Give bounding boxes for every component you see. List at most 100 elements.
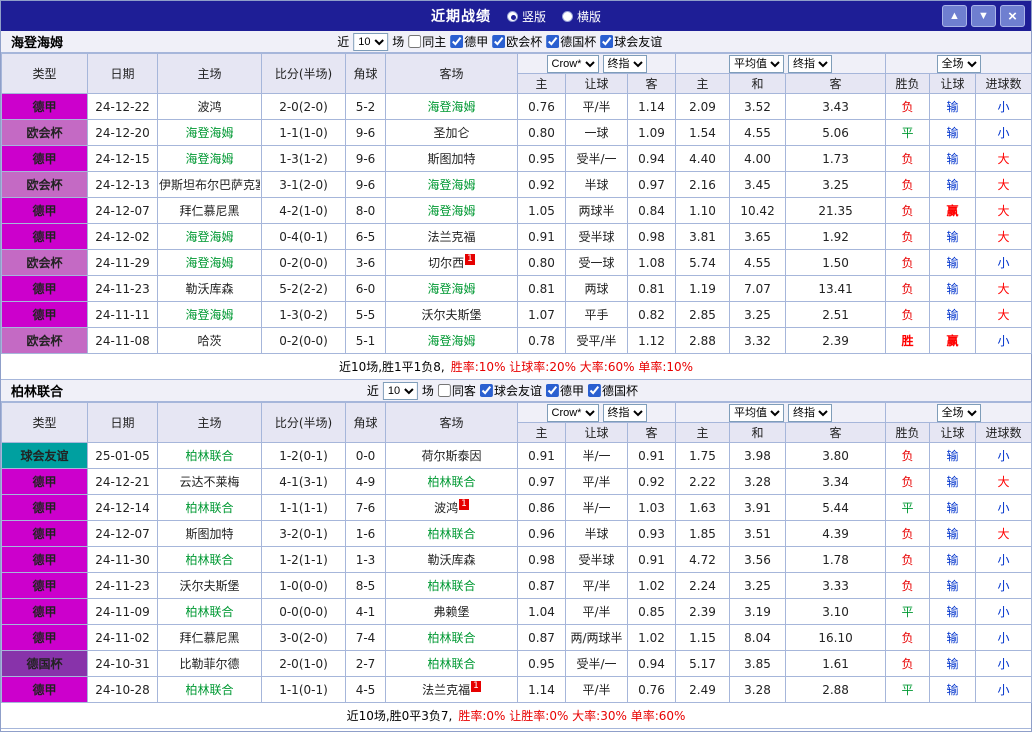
team-name[interactable]: 圣加仑	[433, 124, 469, 141]
team-name[interactable]: 法兰克福	[427, 228, 475, 245]
league-filter-checkbox[interactable]: 欧会杯	[492, 33, 542, 50]
team-name[interactable]: 荷尔斯泰因	[421, 447, 481, 464]
league-filter-checkbox-input[interactable]	[545, 384, 559, 397]
games-count-select[interactable]: 10	[382, 381, 418, 400]
score-cell[interactable]: 3-2(0-1)	[261, 520, 346, 547]
score-cell[interactable]: 1-2(0-1)	[261, 442, 346, 469]
team-name[interactable]: 柏林联合	[427, 629, 475, 646]
home-team-cell[interactable]: 比勒菲尔德	[157, 650, 262, 677]
league-filter-checkbox-input[interactable]	[600, 35, 614, 48]
odds-view-select[interactable]: 终指	[788, 403, 833, 422]
score-cell[interactable]: 1-1(0-1)	[261, 676, 346, 703]
home-team-cell[interactable]: 柏林联合	[157, 442, 262, 469]
home-team-cell[interactable]: 海登海姆	[157, 301, 262, 328]
team-name[interactable]: 海登海姆	[185, 150, 233, 167]
away-team-cell[interactable]: 柏林联合	[385, 572, 518, 599]
away-team-cell[interactable]: 斯图加特	[385, 145, 518, 172]
team-name[interactable]: 伊斯坦布尔巴萨克塞尔	[159, 176, 260, 193]
layout-horizontal-radio[interactable]: 横版	[562, 8, 601, 25]
team-name[interactable]: 柏林联合	[185, 681, 233, 698]
team-name[interactable]: 海登海姆	[185, 124, 233, 141]
team-name[interactable]: 斯图加特	[427, 150, 475, 167]
home-team-cell[interactable]: 柏林联合	[157, 494, 262, 521]
away-team-cell[interactable]: 柏林联合	[385, 520, 518, 547]
team-name[interactable]: 斯图加特	[185, 525, 233, 542]
away-team-cell[interactable]: 柏林联合	[385, 468, 518, 495]
score-cell[interactable]: 3-0(2-0)	[261, 624, 346, 651]
home-team-cell[interactable]: 波鸿	[157, 93, 262, 120]
away-team-cell[interactable]: 法兰克福 1	[385, 676, 518, 703]
home-team-cell[interactable]: 柏林联合	[157, 598, 262, 625]
away-team-cell[interactable]: 海登海姆	[385, 93, 518, 120]
close-button[interactable]: ×	[1000, 5, 1025, 27]
league-filter-checkbox-input[interactable]	[546, 35, 560, 48]
score-cell[interactable]: 5-2(2-2)	[261, 275, 346, 302]
league-filter-checkbox[interactable]: 德甲	[545, 382, 584, 399]
score-cell[interactable]: 0-4(0-1)	[261, 223, 346, 250]
team-name[interactable]: 柏林联合	[427, 473, 475, 490]
same-venue-checkbox-input[interactable]	[408, 35, 422, 48]
away-team-cell[interactable]: 法兰克福	[385, 223, 518, 250]
team-name[interactable]: 拜仁慕尼黑	[179, 629, 239, 646]
team-name[interactable]: 柏林联合	[427, 577, 475, 594]
team-name[interactable]: 波鸿	[197, 98, 221, 115]
team-name[interactable]: 沃尔夫斯堡	[179, 577, 239, 594]
away-team-cell[interactable]: 柏林联合	[385, 624, 518, 651]
score-cell[interactable]: 3-1(2-0)	[261, 171, 346, 198]
home-team-cell[interactable]: 云达不莱梅	[157, 468, 262, 495]
odds-view-select[interactable]: 终指	[602, 403, 647, 422]
team-name[interactable]: 海登海姆	[427, 280, 475, 297]
home-team-cell[interactable]: 伊斯坦布尔巴萨克塞尔	[157, 171, 262, 198]
home-team-cell[interactable]: 沃尔夫斯堡	[157, 572, 262, 599]
away-team-cell[interactable]: 海登海姆	[385, 197, 518, 224]
odds-view-select[interactable]: 终指	[602, 54, 647, 73]
league-filter-checkbox[interactable]: 球会友谊	[600, 33, 662, 50]
home-team-cell[interactable]: 海登海姆	[157, 223, 262, 250]
league-filter-checkbox-input[interactable]	[587, 384, 601, 397]
layout-vertical-radio[interactable]: 竖版	[506, 8, 546, 25]
games-count-select[interactable]: 10	[353, 32, 389, 51]
team-name[interactable]: 波鸿	[434, 499, 458, 516]
same-venue-checkbox[interactable]: 同客	[437, 382, 476, 399]
away-team-cell[interactable]: 荷尔斯泰因	[385, 442, 518, 469]
odds-view-select[interactable]: 平均值	[729, 403, 785, 422]
score-cell[interactable]: 1-3(1-2)	[261, 145, 346, 172]
team-name[interactable]: 海登海姆	[185, 254, 233, 271]
away-team-cell[interactable]: 波鸿 1	[385, 494, 518, 521]
team-name[interactable]: 切尔西	[428, 254, 464, 271]
score-cell[interactable]: 1-3(0-2)	[261, 301, 346, 328]
team-name[interactable]: 弗赖堡	[433, 603, 469, 620]
team-name[interactable]: 柏林联合	[185, 603, 233, 620]
score-cell[interactable]: 4-1(3-1)	[261, 468, 346, 495]
odds-view-select[interactable]: Crow*	[546, 403, 599, 422]
league-filter-checkbox-input[interactable]	[450, 35, 464, 48]
team-name[interactable]: 海登海姆	[427, 176, 475, 193]
score-cell[interactable]: 0-2(0-0)	[261, 249, 346, 276]
team-name[interactable]: 云达不莱梅	[179, 473, 239, 490]
odds-view-select[interactable]: 全场	[936, 403, 981, 422]
team-name[interactable]: 柏林联合	[427, 655, 475, 672]
home-team-cell[interactable]: 斯图加特	[157, 520, 262, 547]
score-cell[interactable]: 2-0(2-0)	[261, 93, 346, 120]
home-team-cell[interactable]: 勒沃库森	[157, 275, 262, 302]
odds-view-select[interactable]: Crow*	[546, 54, 599, 73]
score-cell[interactable]: 0-2(0-0)	[261, 327, 346, 354]
home-team-cell[interactable]: 海登海姆	[157, 119, 262, 146]
home-team-cell[interactable]: 海登海姆	[157, 249, 262, 276]
away-team-cell[interactable]: 圣加仑	[385, 119, 518, 146]
team-name[interactable]: 海登海姆	[185, 306, 233, 323]
away-team-cell[interactable]: 勒沃库森	[385, 546, 518, 573]
home-team-cell[interactable]: 拜仁慕尼黑	[157, 197, 262, 224]
league-filter-checkbox-input[interactable]	[479, 384, 493, 397]
score-cell[interactable]: 1-0(0-0)	[261, 572, 346, 599]
score-cell[interactable]: 1-2(1-1)	[261, 546, 346, 573]
league-filter-checkbox[interactable]: 德国杯	[587, 382, 638, 399]
away-team-cell[interactable]: 海登海姆	[385, 275, 518, 302]
team-name[interactable]: 海登海姆	[427, 332, 475, 349]
league-filter-checkbox[interactable]: 球会友谊	[479, 382, 542, 399]
radio-dot[interactable]	[562, 10, 573, 22]
away-team-cell[interactable]: 沃尔夫斯堡	[385, 301, 518, 328]
away-team-cell[interactable]: 海登海姆	[385, 327, 518, 354]
home-team-cell[interactable]: 柏林联合	[157, 546, 262, 573]
odds-view-select[interactable]: 平均值	[729, 54, 785, 73]
